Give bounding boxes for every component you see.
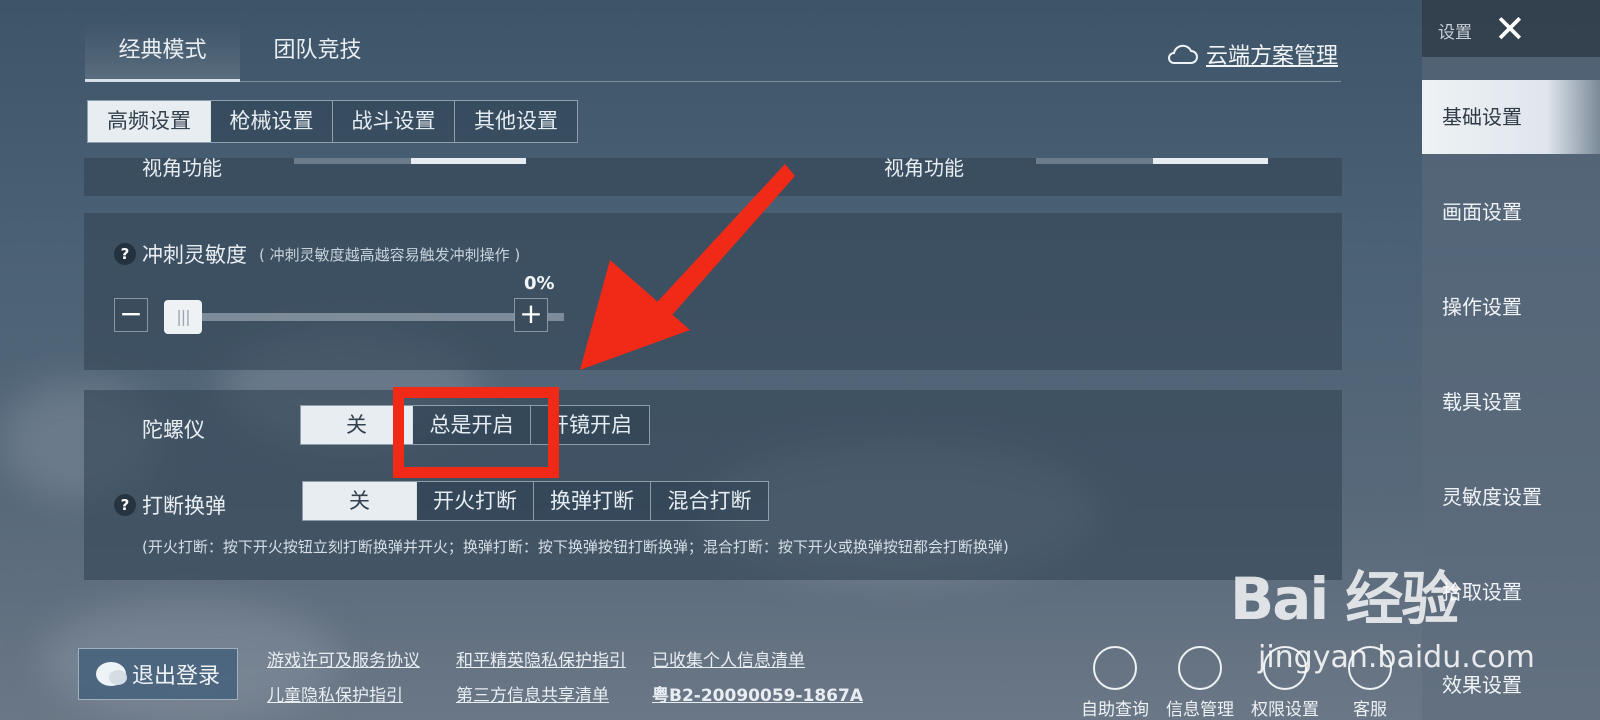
help-icon[interactable]: ? bbox=[114, 494, 136, 516]
search-icon[interactable] bbox=[1093, 646, 1137, 690]
wechat-icon bbox=[95, 662, 127, 686]
highlight-box bbox=[393, 387, 559, 478]
logout-button[interactable]: 退出登录 bbox=[78, 648, 238, 700]
link-collected-info[interactable]: 已收集个人信息清单 bbox=[652, 646, 805, 671]
tab-other-settings[interactable]: 其他设置 bbox=[455, 101, 577, 142]
link-privacy[interactable]: 和平精英隐私保护指引 bbox=[456, 646, 626, 671]
tab-weapon-settings[interactable]: 枪械设置 bbox=[211, 101, 333, 142]
reload-options: 关 开火打断 换弹打断 混合打断 bbox=[302, 481, 769, 521]
support-label: 客服 bbox=[1353, 700, 1387, 720]
tab-frequent-settings[interactable]: 高频设置 bbox=[88, 101, 211, 142]
link-license[interactable]: 游戏许可及服务协议 bbox=[267, 646, 420, 671]
sidebar-header: 设置 ✕ bbox=[1422, 0, 1600, 57]
view-label-left: 视角功能 bbox=[142, 156, 222, 180]
arrow-annotation bbox=[580, 164, 795, 370]
sidebar-item-vehicle[interactable]: 载具设置 bbox=[1422, 365, 1600, 439]
sidebar-item-graphics[interactable]: 画面设置 bbox=[1422, 175, 1600, 249]
reload-option-reload[interactable]: 换弹打断 bbox=[534, 482, 651, 520]
cloud-icon bbox=[1168, 44, 1198, 64]
reload-help-text: (开火打断：按下开火按钮立刻打断换弹并开火；换弹打断：按下换弹按钮打断换弹；混合… bbox=[142, 538, 1009, 556]
gyro-reload-panel: 陀螺仪 关 总是开启 开镜开启 ? 打断换弹 关 开火打断 换弹打断 混合打断 … bbox=[84, 390, 1342, 580]
tab-team-deathmatch[interactable]: 团队竞技 bbox=[240, 24, 395, 82]
sidebar-title: 设置 bbox=[1438, 23, 1472, 43]
view-control-right[interactable] bbox=[1036, 158, 1268, 164]
baidu-watermark-logo: Bai 经验 bbox=[1230, 565, 1459, 633]
divider bbox=[85, 81, 1341, 82]
view-control-left[interactable] bbox=[294, 158, 526, 164]
sprint-description: ( 冲刺灵敏度越高越容易触发冲刺操作 ) bbox=[259, 245, 521, 264]
cloud-scheme-link[interactable]: 云端方案管理 bbox=[1166, 38, 1338, 70]
reload-option-mixed[interactable]: 混合打断 bbox=[651, 482, 768, 520]
id-card-icon[interactable] bbox=[1178, 646, 1222, 690]
link-child-privacy[interactable]: 儿童隐私保护指引 bbox=[267, 681, 403, 706]
sidebar-item-basic[interactable]: 基础设置 bbox=[1422, 80, 1600, 154]
info-manage-label: 信息管理 bbox=[1166, 700, 1234, 720]
sub-tabs: 高频设置 枪械设置 战斗设置 其他设置 bbox=[87, 100, 578, 143]
view-label-right: 视角功能 bbox=[884, 156, 964, 180]
link-third-party[interactable]: 第三方信息共享清单 bbox=[456, 681, 609, 706]
reload-label: 打断换弹 bbox=[142, 494, 226, 518]
permissions-label: 权限设置 bbox=[1251, 700, 1319, 720]
cloud-scheme-label: 云端方案管理 bbox=[1205, 44, 1338, 69]
self-query-label: 自助查询 bbox=[1081, 700, 1149, 720]
close-icon[interactable]: ✕ bbox=[1494, 10, 1526, 48]
baidu-watermark-url: jingyan.baidu.com bbox=[1258, 640, 1535, 675]
logout-label: 退出登录 bbox=[131, 664, 220, 689]
sprint-title-row: ? 冲刺灵敏度 ( 冲刺灵敏度越高越容易触发冲刺操作 ) bbox=[114, 239, 520, 269]
license-number[interactable]: 粤B2-20090059-1867A bbox=[652, 681, 863, 706]
reload-option-fire[interactable]: 开火打断 bbox=[417, 482, 534, 520]
sidebar-item-sensitivity[interactable]: 灵敏度设置 bbox=[1422, 460, 1600, 534]
sprint-title: 冲刺灵敏度 bbox=[142, 243, 247, 267]
mode-tabs: 经典模式 团队竞技 bbox=[85, 24, 395, 82]
reload-label-row: ? 打断换弹 bbox=[114, 490, 226, 520]
decrease-button[interactable]: − bbox=[114, 298, 148, 332]
help-icon[interactable]: ? bbox=[114, 243, 136, 265]
sprint-slider[interactable]: ||| bbox=[164, 300, 564, 334]
reload-option-off[interactable]: 关 bbox=[303, 482, 417, 520]
tab-classic-mode[interactable]: 经典模式 bbox=[85, 24, 240, 82]
gyro-label: 陀螺仪 bbox=[142, 418, 205, 442]
sidebar-item-controls[interactable]: 操作设置 bbox=[1422, 270, 1600, 344]
tab-combat-settings[interactable]: 战斗设置 bbox=[333, 101, 455, 142]
slider-thumb[interactable]: ||| bbox=[164, 300, 202, 334]
